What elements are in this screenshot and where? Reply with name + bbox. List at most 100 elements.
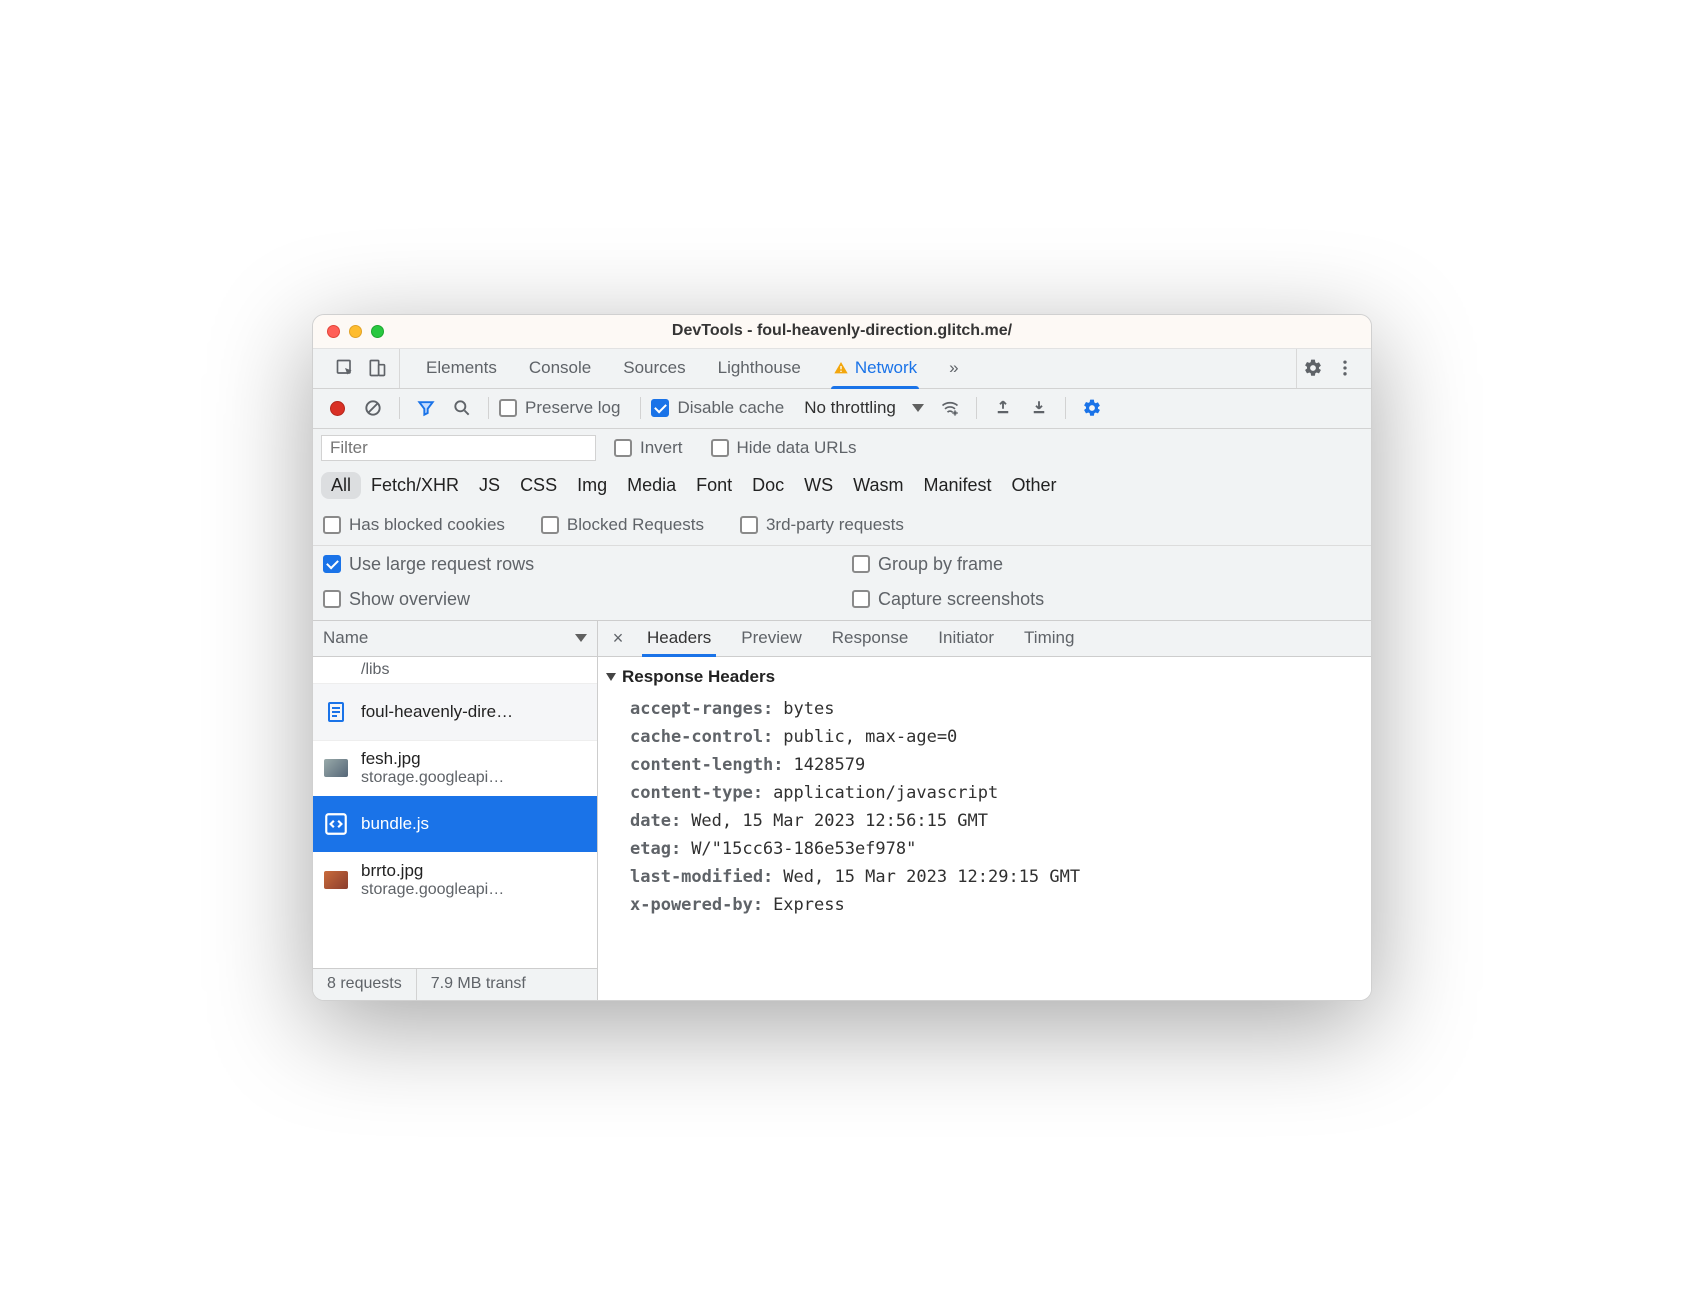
header-value: Wed, 15 Mar 2023 12:29:15 GMT (783, 867, 1080, 887)
warning-icon (833, 360, 849, 376)
more-glyph: » (949, 358, 958, 378)
network-conditions-icon[interactable] (934, 392, 966, 424)
option-label: Blocked Requests (567, 515, 704, 535)
filter-bar: Filter Invert Hide data URLs (313, 429, 1371, 467)
header-row: etag:W/"15cc63-186e53ef978" (604, 835, 1365, 863)
response-headers-section[interactable]: Response Headers (606, 667, 1365, 687)
record-button[interactable] (321, 392, 353, 424)
image-thumb-icon (323, 867, 349, 893)
header-row: cache-control:public, max-age=0 (604, 723, 1365, 751)
type-chip-font[interactable]: Font (686, 472, 742, 499)
detail-tabs: × Headers Preview Response Initiator Tim… (598, 621, 1371, 657)
option-label: Disable cache (677, 398, 784, 418)
header-value: bytes (783, 699, 834, 719)
large-rows-option[interactable]: Use large request rows (323, 554, 822, 575)
type-chip-manifest[interactable]: Manifest (914, 472, 1002, 499)
type-chip-wasm[interactable]: Wasm (843, 472, 913, 499)
checkbox[interactable] (323, 555, 341, 573)
tab-label: Initiator (938, 628, 994, 648)
checkbox[interactable] (852, 555, 870, 573)
header-name: accept-ranges: (630, 699, 773, 719)
import-har-icon[interactable] (987, 392, 1019, 424)
checkbox[interactable] (651, 399, 669, 417)
checkbox[interactable] (541, 516, 559, 534)
type-chip-all[interactable]: All (321, 472, 361, 499)
tab-lighthouse[interactable]: Lighthouse (702, 349, 817, 388)
invert-option[interactable]: Invert (614, 438, 683, 458)
close-detail-button[interactable]: × (604, 628, 632, 649)
inspect-element-icon[interactable] (329, 352, 361, 384)
filter-toggle-button[interactable] (410, 392, 442, 424)
status-bar: 8 requests 7.9 MB transf (313, 968, 597, 1000)
type-chip-media[interactable]: Media (617, 472, 686, 499)
type-chip-fetch-xhr[interactable]: Fetch/XHR (361, 472, 469, 499)
tab-label: Lighthouse (718, 358, 801, 378)
tab-elements[interactable]: Elements (410, 349, 513, 388)
request-domain: storage.googleapi… (361, 881, 504, 899)
detail-tab-preview[interactable]: Preview (726, 621, 816, 656)
header-name: x-powered-by: (630, 895, 763, 915)
tab-network[interactable]: Network (817, 349, 933, 388)
detail-tab-response[interactable]: Response (817, 621, 924, 656)
type-chip-css[interactable]: CSS (510, 472, 567, 499)
checkbox[interactable] (499, 399, 517, 417)
disable-cache-option[interactable]: Disable cache (651, 398, 784, 418)
network-toolbar: Preserve log Disable cache No throttling (313, 389, 1371, 429)
header-row: last-modified:Wed, 15 Mar 2023 12:29:15 … (604, 863, 1365, 891)
request-name: fesh.jpg (361, 749, 504, 769)
type-chip-img[interactable]: Img (567, 472, 617, 499)
checkbox[interactable] (323, 590, 341, 608)
tab-label: Elements (426, 358, 497, 378)
network-settings-icon[interactable] (1076, 392, 1108, 424)
request-row-selected[interactable]: bundle.js (313, 796, 597, 852)
header-value: Wed, 15 Mar 2023 12:56:15 GMT (691, 811, 988, 831)
group-by-frame-option[interactable]: Group by frame (852, 554, 1351, 575)
search-button[interactable] (446, 392, 478, 424)
checkbox[interactable] (614, 439, 632, 457)
show-overview-option[interactable]: Show overview (323, 589, 822, 610)
filter-input[interactable]: Filter (321, 435, 596, 461)
zoom-window-button[interactable] (371, 325, 384, 338)
preserve-log-option[interactable]: Preserve log (499, 398, 620, 418)
column-header-name[interactable]: Name (313, 621, 597, 657)
close-window-button[interactable] (327, 325, 340, 338)
device-toolbar-icon[interactable] (361, 352, 393, 384)
header-value: application/javascript (773, 783, 998, 803)
throttling-label: No throttling (804, 398, 896, 418)
checkbox[interactable] (323, 516, 341, 534)
checkbox[interactable] (740, 516, 758, 534)
request-row[interactable]: brrto.jpg storage.googleapi… (313, 852, 597, 908)
type-chip-other[interactable]: Other (1002, 472, 1067, 499)
checkbox[interactable] (711, 439, 729, 457)
capture-screenshots-option[interactable]: Capture screenshots (852, 589, 1351, 610)
export-har-icon[interactable] (1023, 392, 1055, 424)
header-name: content-type: (630, 783, 763, 803)
option-label: Hide data URLs (737, 438, 857, 458)
request-row-truncated[interactable]: /libs (313, 657, 597, 684)
type-chip-js[interactable]: JS (469, 472, 510, 499)
checkbox[interactable] (852, 590, 870, 608)
option-label: Capture screenshots (878, 589, 1044, 610)
blocked-requests-option[interactable]: Blocked Requests (541, 515, 704, 535)
request-row[interactable]: fesh.jpg storage.googleapi… (313, 740, 597, 796)
type-chip-doc[interactable]: Doc (742, 472, 794, 499)
status-transfer: 7.9 MB transf (417, 969, 540, 1000)
tab-console[interactable]: Console (513, 349, 607, 388)
hide-data-urls-option[interactable]: Hide data URLs (711, 438, 857, 458)
request-row[interactable]: foul-heavenly-dire… (313, 684, 597, 740)
type-chip-ws[interactable]: WS (794, 472, 843, 499)
kebab-menu-icon[interactable] (1329, 352, 1361, 384)
detail-tab-initiator[interactable]: Initiator (923, 621, 1009, 656)
settings-icon[interactable] (1297, 352, 1329, 384)
status-requests: 8 requests (313, 969, 417, 1000)
third-party-option[interactable]: 3rd-party requests (740, 515, 904, 535)
detail-tab-headers[interactable]: Headers (632, 621, 726, 656)
detail-tab-timing[interactable]: Timing (1009, 621, 1089, 656)
clear-button[interactable] (357, 392, 389, 424)
minimize-window-button[interactable] (349, 325, 362, 338)
more-tabs-button[interactable]: » (933, 349, 974, 388)
tab-label: Preview (741, 628, 801, 648)
has-blocked-cookies-option[interactable]: Has blocked cookies (323, 515, 505, 535)
tab-sources[interactable]: Sources (607, 349, 701, 388)
throttling-select[interactable]: No throttling (798, 398, 930, 418)
